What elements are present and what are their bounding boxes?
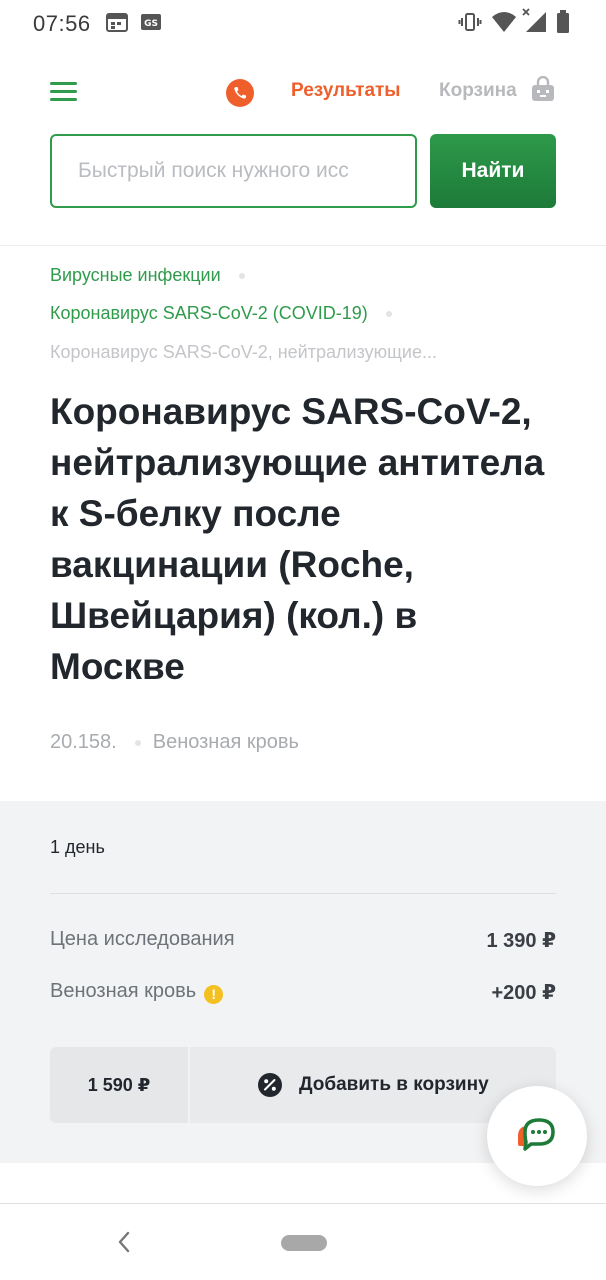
discount-percent-icon (258, 1073, 282, 1102)
calendar-icon (106, 12, 128, 37)
search-button[interactable]: Найти (430, 134, 556, 208)
price-row-value: +200 ₽ (491, 982, 556, 1004)
chat-bubble-icon (515, 1116, 557, 1161)
wifi-icon (491, 10, 517, 39)
meta-separator (134, 739, 141, 746)
results-link[interactable]: Результаты (291, 80, 401, 102)
exclamation-icon[interactable]: ! (204, 985, 224, 1004)
test-biomaterial: Венозная кровь (152, 731, 299, 753)
chat-button[interactable] (487, 1086, 587, 1186)
content-divider (0, 1203, 606, 1204)
svg-text:GS: GS (144, 19, 158, 29)
test-meta: 20.158. Венозная кровь (50, 731, 299, 754)
page-title: Коронавирус SARS-CoV-2, нейтрализующие а… (50, 391, 545, 687)
battery-icon (556, 10, 570, 39)
gs-icon: GS (140, 12, 162, 37)
breadcrumb-item[interactable]: Коронавирус SARS-CoV-2 (COVID-19) (50, 303, 392, 324)
search-input[interactable] (50, 134, 417, 208)
breadcrumb-item-current: Коронавирус SARS-CoV-2, нейтрализующие..… (50, 342, 437, 362)
breadcrumb-separator (238, 273, 245, 280)
header: Результаты Корзина (0, 60, 606, 124)
system-nav-bar (0, 1205, 606, 1280)
price-row-label: Венозная кровь! (50, 980, 224, 1004)
status-time: 07:56 (33, 11, 91, 36)
status-bar: 07:56 GS (0, 0, 606, 46)
hamburger-menu-icon[interactable] (50, 82, 77, 102)
breadcrumb-item[interactable]: Вирусные инфекции (50, 265, 245, 286)
signal-icon (520, 6, 548, 39)
back-chevron-icon[interactable] (116, 1231, 132, 1258)
price-row-label: Цена исследования (50, 928, 235, 950)
header-divider (0, 245, 606, 246)
cart-icon[interactable] (530, 75, 556, 107)
price-divider (50, 893, 556, 894)
test-code: 20.158. (50, 731, 117, 753)
total-price: 1 590 ₽ (50, 1047, 188, 1123)
duration-label: 1 день (50, 837, 105, 857)
search-row: Найти (50, 134, 556, 208)
vibrate-icon (458, 10, 482, 39)
add-to-cart-label: Добавить в корзину (299, 1074, 489, 1095)
price-row-value: 1 390 ₽ (486, 930, 556, 952)
phone-icon[interactable] (226, 79, 254, 107)
breadcrumb-separator (385, 311, 392, 318)
cart-link[interactable]: Корзина (439, 80, 517, 102)
home-pill-icon[interactable] (281, 1235, 327, 1251)
